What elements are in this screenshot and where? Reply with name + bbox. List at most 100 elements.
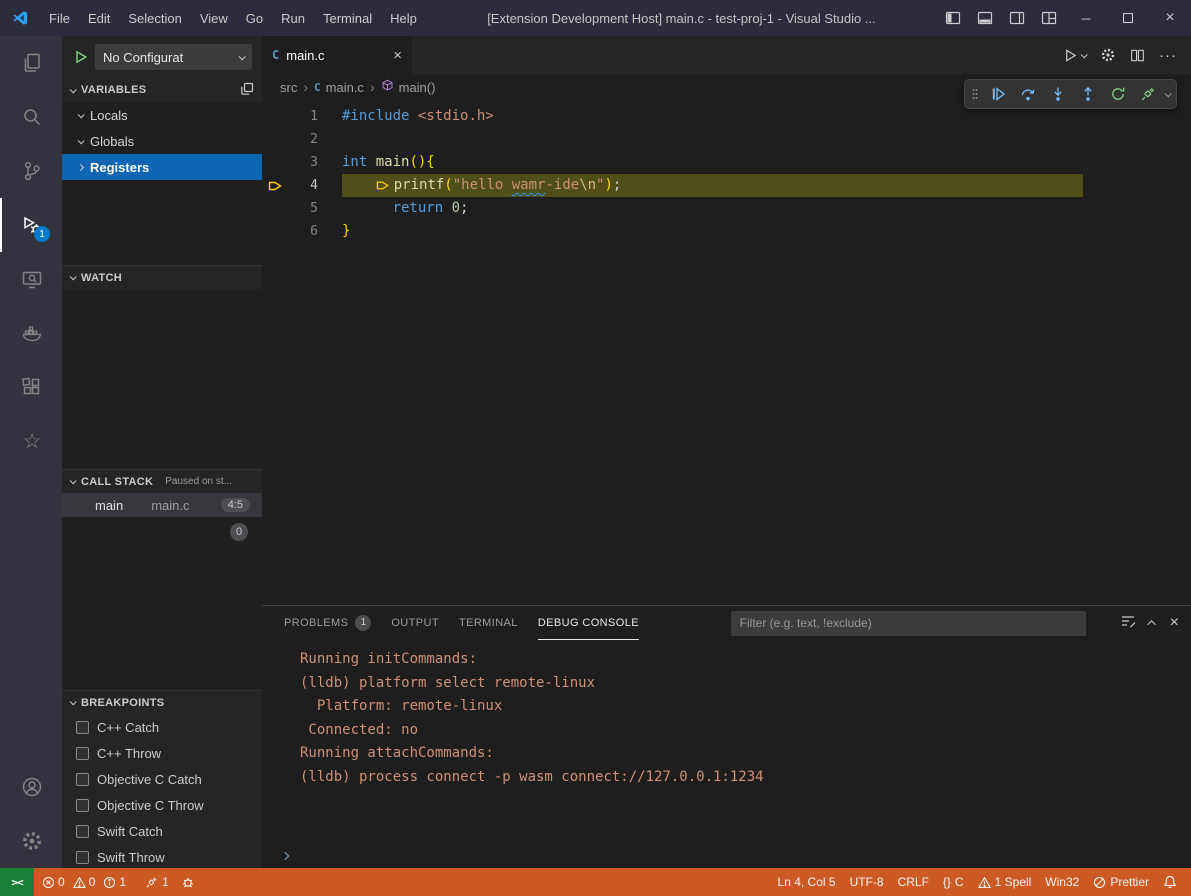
sidebar-item-explorer[interactable] (0, 36, 62, 90)
start-debug-icon[interactable] (74, 50, 88, 64)
clear-console-icon[interactable] (1120, 613, 1136, 634)
breadcrumb-file[interactable]: C main.c (314, 80, 364, 95)
tab-debug-console[interactable]: DEBUG CONSOLE (538, 606, 639, 640)
breakpoint-row[interactable]: C++ Catch (62, 714, 262, 740)
menu-view[interactable]: View (191, 0, 237, 36)
sidebar-item-search[interactable] (0, 90, 62, 144)
breakpoint-row[interactable]: C++ Throw (62, 740, 262, 766)
maximize-button[interactable] (1107, 0, 1149, 36)
cursor-position[interactable]: Ln 4, Col 5 (772, 875, 842, 889)
breakpoint-checkbox[interactable] (76, 721, 89, 734)
glyph-margin[interactable] (262, 151, 288, 174)
breakpoint-checkbox[interactable] (76, 773, 89, 786)
sidebar-item-favorites[interactable]: ☆ (0, 414, 62, 468)
glyph-margin[interactable] (262, 128, 288, 151)
watch-section-header[interactable]: WATCH (62, 265, 262, 289)
accounts-button[interactable] (0, 760, 62, 814)
language-mode[interactable]: {} C (937, 875, 970, 889)
breakpoint-checkbox[interactable] (76, 747, 89, 760)
run-or-debug-button[interactable] (1063, 48, 1086, 63)
code-line[interactable]: 3int main(){ (262, 151, 1191, 174)
settings-gear-button[interactable] (1100, 47, 1116, 63)
code-editor[interactable]: 1#include <stdio.h>23int main(){4 printf… (262, 100, 1191, 605)
stack-frame-row[interactable]: main main.c 4:5 (62, 493, 262, 517)
encoding-indicator[interactable]: UTF-8 (844, 875, 890, 889)
eol-indicator[interactable]: CRLF (892, 875, 935, 889)
sidebar-item-source-control[interactable] (0, 144, 62, 198)
remote-indicator[interactable]: >< (0, 868, 34, 896)
spell-checker-status[interactable]: 1 Spell (972, 875, 1038, 889)
variables-item-globals[interactable]: Globals (62, 128, 262, 154)
sidebar-item-docker[interactable] (0, 306, 62, 360)
breakpoint-row[interactable]: Objective C Throw (62, 792, 262, 818)
code-line[interactable]: 5 return 0; (262, 197, 1191, 220)
customize-layout-icon[interactable] (1033, 0, 1065, 36)
menu-selection[interactable]: Selection (119, 0, 190, 36)
code-line[interactable]: 2 (262, 128, 1191, 151)
variables-section-header[interactable]: VARIABLES (62, 78, 262, 102)
formatter-status[interactable]: Prettier (1087, 875, 1155, 889)
menu-edit[interactable]: Edit (79, 0, 119, 36)
glyph-margin[interactable] (262, 105, 288, 128)
collapse-all-icon[interactable] (240, 82, 254, 99)
code-text[interactable]: int main(){ (342, 151, 435, 174)
problems-indicator[interactable]: 0 0 1 (34, 868, 139, 896)
sidebar-item-extensions[interactable] (0, 360, 62, 414)
variables-item-registers[interactable]: Registers (62, 154, 262, 180)
platform-indicator[interactable]: Win32 (1039, 875, 1085, 889)
breadcrumb-folder[interactable]: src (280, 80, 297, 95)
close-tab-icon[interactable]: × (393, 47, 402, 64)
toggle-panel-icon[interactable] (969, 0, 1001, 36)
menu-run[interactable]: Run (272, 0, 314, 36)
console-input-row[interactable] (262, 844, 1191, 868)
breakpoint-checkbox[interactable] (76, 825, 89, 838)
breakpoint-row[interactable]: Swift Catch (62, 818, 262, 844)
step-into-button[interactable] (1045, 81, 1071, 107)
code-text[interactable]: } (342, 220, 350, 243)
debug-status-icon[interactable] (175, 868, 201, 896)
menu-help[interactable]: Help (381, 0, 426, 36)
toolbar-drag-handle[interactable] (969, 86, 981, 102)
call-stack-section-header[interactable]: CALL STACK Paused on st... (62, 469, 262, 493)
restart-button[interactable] (1105, 81, 1131, 107)
tab-output[interactable]: OUTPUT (391, 606, 439, 640)
tab-terminal[interactable]: TERMINAL (459, 606, 518, 640)
breadcrumb-symbol[interactable]: main() (381, 79, 436, 95)
code-text[interactable]: return 0; (342, 197, 468, 220)
menu-terminal[interactable]: Terminal (314, 0, 381, 36)
glyph-margin[interactable] (262, 197, 288, 220)
code-line[interactable]: 4 printf("hello wamr-ide\n"); (262, 174, 1191, 197)
continue-button[interactable] (985, 81, 1011, 107)
close-panel-icon[interactable]: × (1170, 614, 1179, 632)
step-out-button[interactable] (1075, 81, 1101, 107)
sidebar-item-run-and-debug[interactable]: 1 (0, 198, 62, 252)
current-line-arrow-icon[interactable] (262, 174, 288, 197)
code-text[interactable]: #include <stdio.h> (342, 105, 494, 128)
glyph-margin[interactable] (262, 220, 288, 243)
toggle-secondary-sidebar-icon[interactable] (1001, 0, 1033, 36)
settings-button[interactable] (0, 814, 62, 868)
tab-problems[interactable]: PROBLEMS 1 (284, 606, 371, 640)
disconnect-button[interactable] (1135, 81, 1161, 107)
breakpoint-checkbox[interactable] (76, 799, 89, 812)
tab-main-c[interactable]: C main.c × (262, 36, 412, 74)
more-actions-button[interactable]: ··· (1159, 47, 1177, 64)
breakpoint-checkbox[interactable] (76, 851, 89, 864)
menu-file[interactable]: File (40, 0, 79, 36)
disconnect-dropdown-icon[interactable] (1165, 90, 1172, 97)
launch-config-dropdown[interactable]: No Configurat (95, 44, 252, 70)
console-filter-input[interactable] (731, 611, 1086, 636)
code-text[interactable]: printf("hello wamr-ide\n"); (342, 174, 621, 197)
breakpoint-row[interactable]: Swift Throw (62, 844, 262, 868)
breakpoints-section-header[interactable]: BREAKPOINTS (62, 690, 262, 714)
variables-item-locals[interactable]: Locals (62, 102, 262, 128)
split-editor-button[interactable] (1130, 48, 1145, 63)
minimize-button[interactable]: ─ (1065, 0, 1107, 36)
breakpoint-row[interactable]: Objective C Catch (62, 766, 262, 792)
sidebar-item-remote-explorer[interactable] (0, 252, 62, 306)
menu-go[interactable]: Go (237, 0, 272, 36)
ports-indicator[interactable]: 1 (139, 868, 175, 896)
step-over-button[interactable] (1015, 81, 1041, 107)
toggle-sidebar-icon[interactable] (937, 0, 969, 36)
close-window-button[interactable]: × (1149, 0, 1191, 36)
